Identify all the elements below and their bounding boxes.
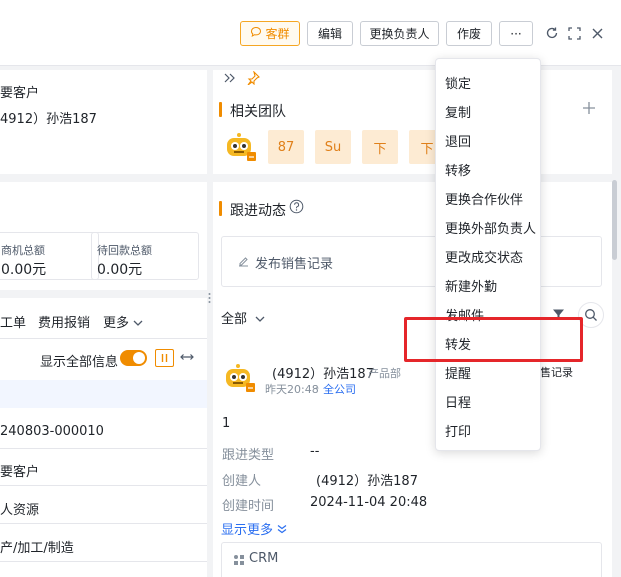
show-more-link[interactable]: 显示更多: [221, 519, 287, 538]
help-icon[interactable]: [289, 199, 304, 218]
pending-amount-box: 待回款总额 0.00元: [91, 232, 199, 280]
follow-up-title: 跟进动态: [230, 203, 286, 219]
pin-icon[interactable]: [246, 70, 260, 89]
edit-pencil-icon: [237, 255, 250, 272]
creator-label: 创建人: [222, 474, 262, 489]
double-chevron-down-icon: [277, 523, 287, 538]
code-value: 240803-000010: [0, 424, 104, 439]
more-actions-button[interactable]: ···: [499, 21, 533, 46]
record-scope-separator: -: [315, 381, 319, 394]
scrollbar[interactable]: [612, 180, 617, 260]
divider: [0, 523, 207, 524]
section-accent-bar: [219, 201, 222, 216]
record-time: 昨天20:48: [265, 383, 319, 396]
refresh-icon[interactable]: [543, 24, 561, 42]
customer-summary-card: 要客户 4912）孙浩187: [0, 70, 207, 174]
menu-item-change-partner[interactable]: 更换合作伙伴: [445, 189, 523, 208]
publish-record-box[interactable]: 发布销售记录: [221, 236, 602, 287]
fullscreen-icon[interactable]: [565, 24, 583, 42]
record-dept: 产品部: [368, 367, 401, 380]
publish-record-label: 发布销售记录: [255, 257, 334, 272]
tab-ticket[interactable]: 工单: [0, 312, 26, 331]
divider: [0, 561, 207, 562]
record-type-tag: 售记录: [540, 366, 573, 379]
chevron-down-icon: [255, 312, 265, 327]
opp-amount-box: 商机总额 0.00元: [0, 232, 99, 280]
tab-expense[interactable]: 费用报销: [38, 312, 90, 331]
type-value: --: [310, 444, 320, 459]
show-all-toggle[interactable]: [120, 350, 147, 366]
menu-item-schedule[interactable]: 日程: [445, 392, 471, 411]
menu-item-change-deal-status[interactable]: 更改成交状态: [445, 247, 523, 266]
amount-card: 商机总额 0.00元 待回款总额 0.00元: [0, 182, 207, 290]
divider: [0, 448, 207, 449]
menu-item-return[interactable]: 退回: [445, 131, 471, 150]
highlight-row: [0, 380, 207, 408]
menu-item-print[interactable]: 打印: [445, 421, 471, 440]
menu-item-transfer[interactable]: 转移: [445, 160, 471, 179]
edit-button[interactable]: 编辑: [307, 21, 353, 46]
tab-more[interactable]: 更多: [103, 312, 143, 331]
void-button[interactable]: 作废: [446, 21, 492, 46]
chevron-down-icon: [133, 316, 143, 331]
more-actions-menu: 锁定 复制 退回 转移 更换合作伙伴 更换外部负责人 更改成交状态 新建外勤 发…: [435, 58, 541, 451]
created-time-value: 2024-11-04 20:48: [310, 495, 428, 510]
forward-highlight-box: [404, 317, 583, 362]
close-icon[interactable]: [588, 24, 606, 42]
menu-item-copy[interactable]: 复制: [445, 102, 471, 121]
expand-horizontal-icon[interactable]: [180, 350, 196, 366]
filter-all-dropdown[interactable]: 全部: [221, 308, 265, 327]
record-scope[interactable]: 全公司: [323, 381, 356, 397]
robot-avatar-icon: [223, 130, 257, 164]
detail-card: 工单 费用报销 更多 显示全部信息 240803-000010 要客户 人资源 …: [0, 298, 207, 577]
menu-item-change-external-owner[interactable]: 更换外部负责人: [445, 218, 536, 237]
show-all-label: 显示全部信息: [40, 355, 119, 370]
crm-label: CRM: [249, 551, 279, 566]
divider: [0, 338, 207, 339]
customer-group-button[interactable]: 客群: [240, 21, 300, 46]
change-owner-button[interactable]: 更换负责人: [360, 21, 439, 46]
menu-item-lock[interactable]: 锁定: [445, 73, 471, 92]
team-member-avatar[interactable]: 87: [268, 130, 304, 164]
menu-item-reminder[interactable]: 提醒: [445, 363, 471, 382]
top-toolbar: 客群 编辑 更换负责人 作废 ···: [0, 0, 621, 66]
creator-value: (4912）孙浩187: [316, 474, 418, 489]
column-layout-icon[interactable]: [155, 349, 174, 367]
section-accent-bar: [219, 102, 222, 117]
team-title: 相关团队: [230, 104, 286, 120]
splitter-handle[interactable]: [207, 290, 212, 306]
source-value: 人资源: [0, 503, 40, 518]
industry-value: 产/加工/制造: [0, 541, 74, 556]
level-value: 要客户: [0, 465, 40, 480]
record-author-avatar-icon: [222, 361, 256, 395]
crm-grid-icon: [233, 554, 245, 570]
crm-box: CRM: [221, 542, 602, 577]
record-content: 1: [222, 416, 231, 431]
type-label: 跟进类型: [222, 448, 275, 463]
owner-text: 4912）孙浩187: [0, 112, 97, 127]
team-member-avatar[interactable]: Su: [315, 130, 351, 164]
add-member-icon[interactable]: [577, 96, 601, 120]
divider: [0, 485, 207, 486]
chat-icon: [250, 26, 262, 41]
menu-item-new-field-visit[interactable]: 新建外勤: [445, 276, 497, 295]
customer-level-text: 要客户: [0, 86, 40, 101]
record-author[interactable]: (4912）孙浩187: [272, 363, 374, 382]
created-time-label: 创建时间: [222, 499, 275, 514]
follow-up-card: 跟进动态 发布销售记录 全部 (4912）孙浩187 产品部 昨天20:48 -…: [213, 182, 612, 577]
collapse-double-arrow-icon[interactable]: [223, 72, 237, 88]
team-member-avatar[interactable]: 下: [362, 130, 398, 164]
